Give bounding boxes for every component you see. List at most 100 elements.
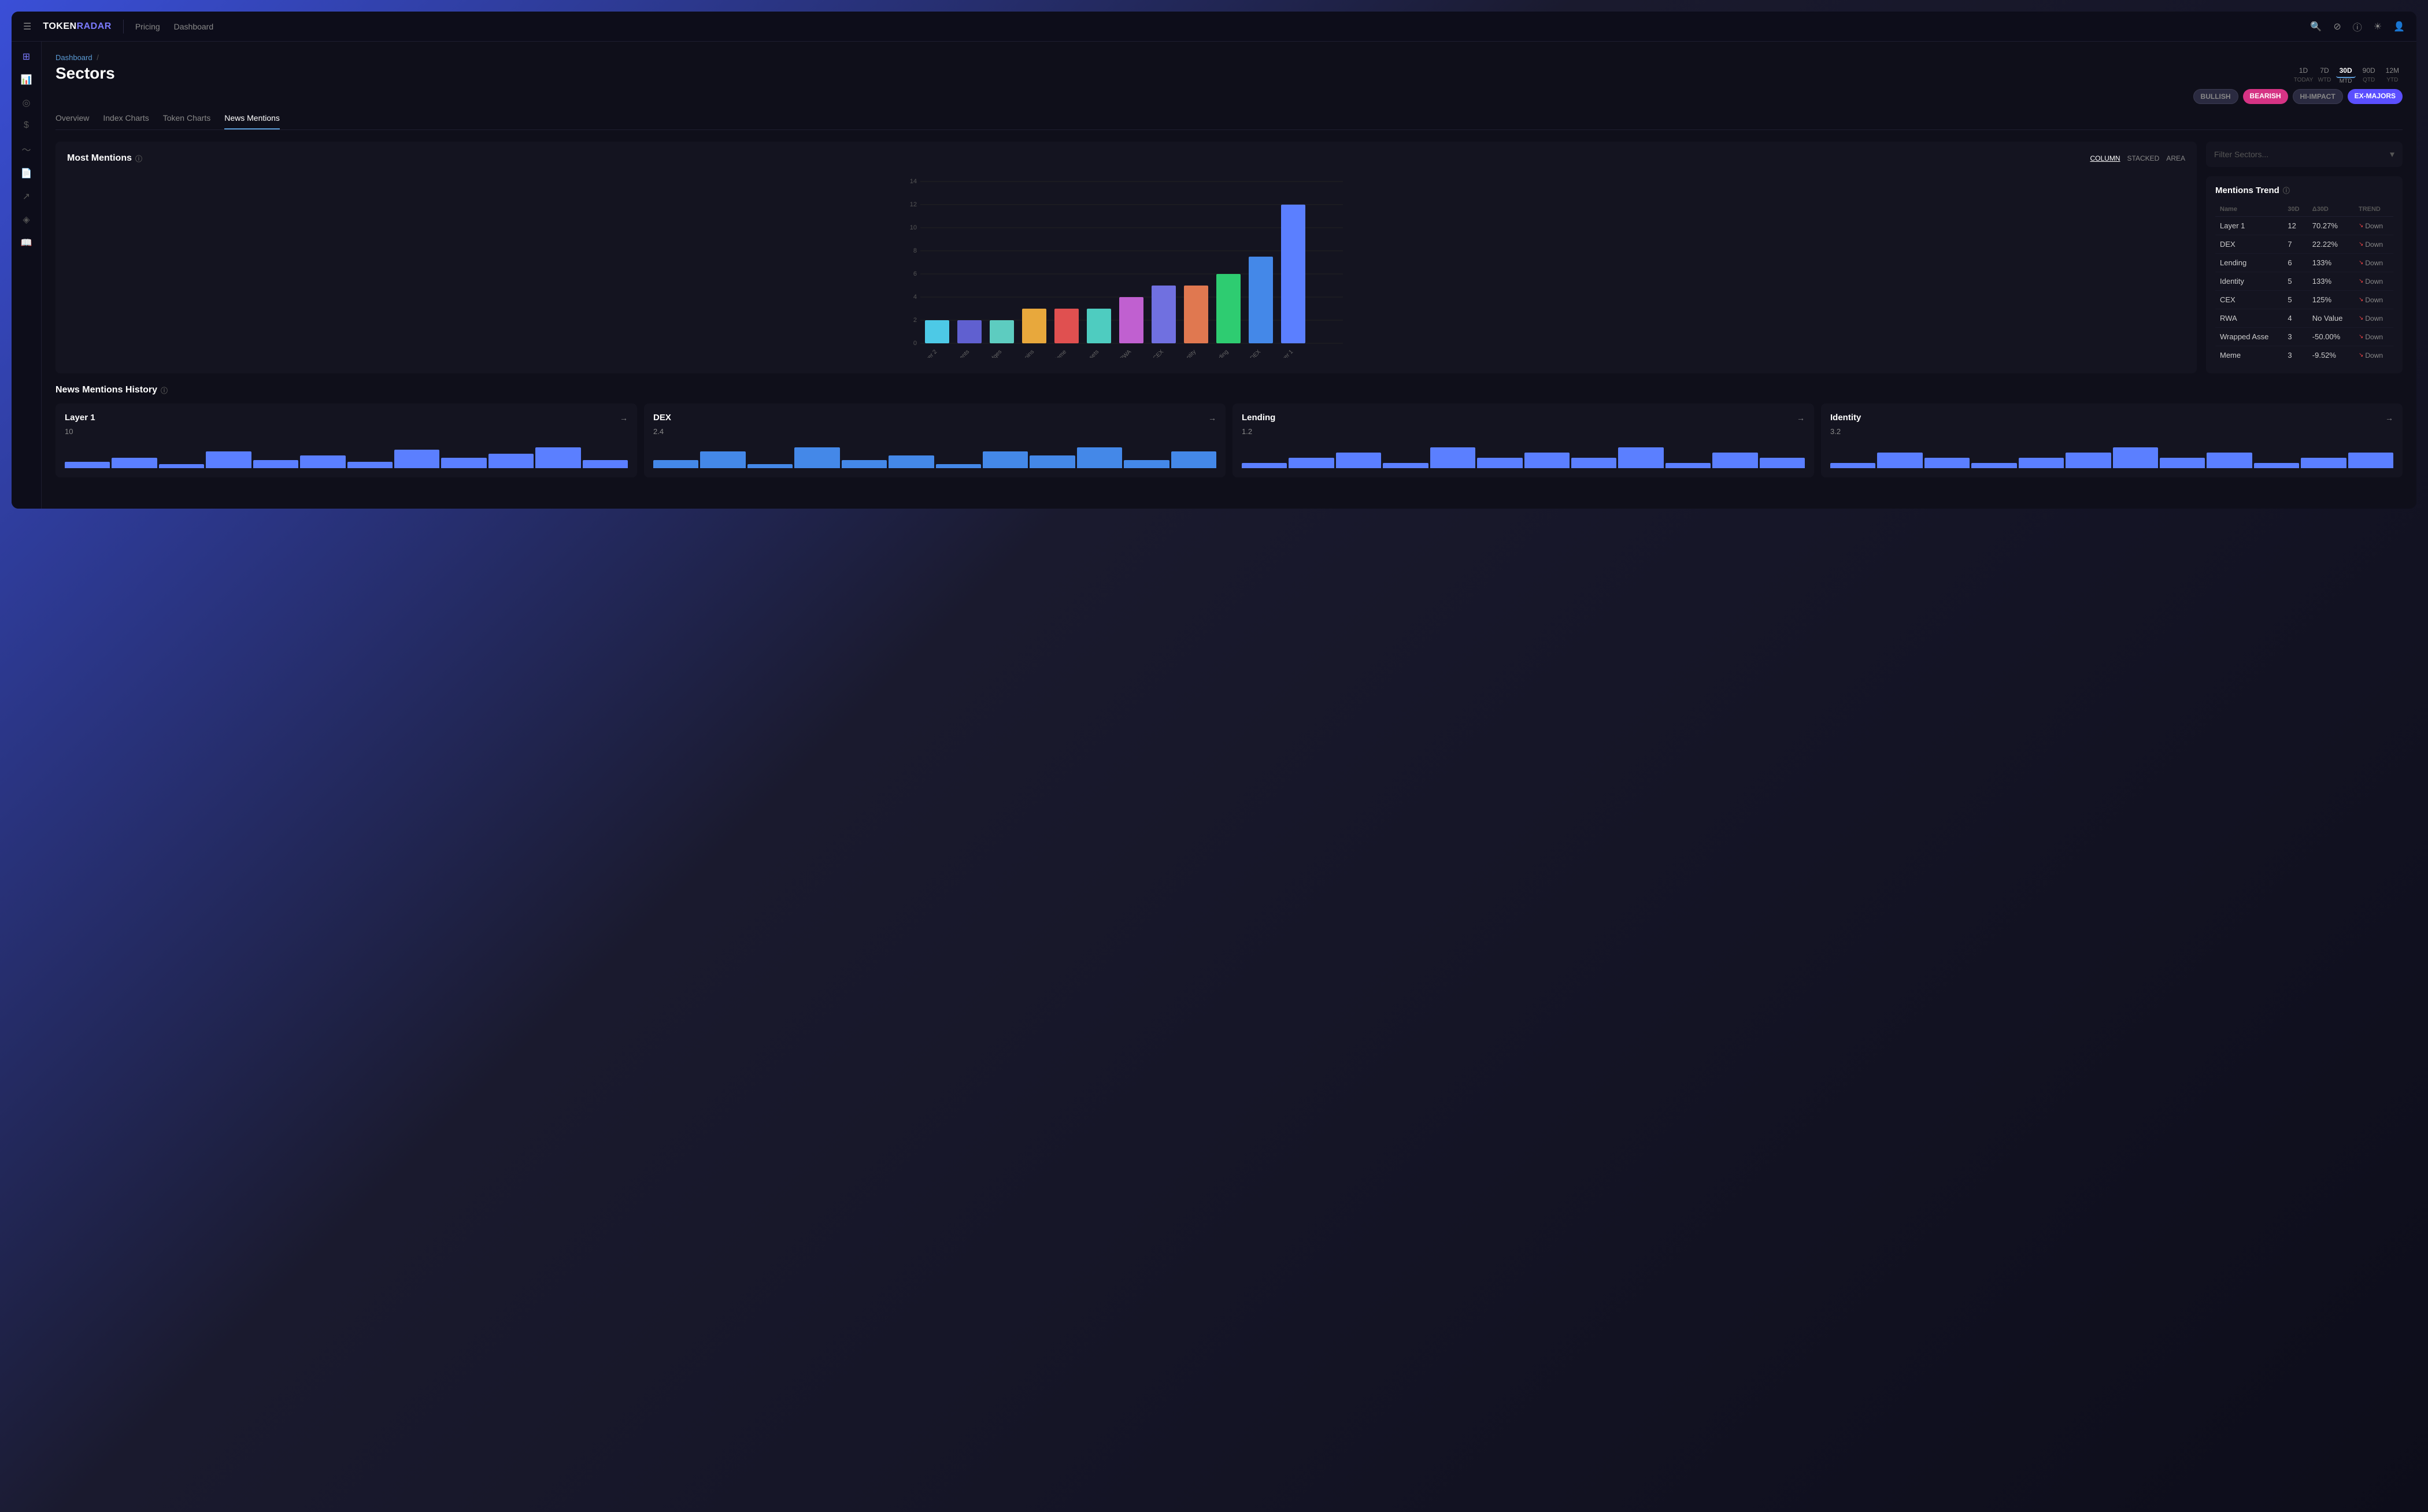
logo-radar: RADAR [77, 21, 112, 31]
trend-cell-name: Meme [2215, 346, 2283, 365]
time-filters: 1D TODAY 7D WTD 30D MTD 90D [2193, 64, 2403, 104]
tag-bearish[interactable]: BEARISH [2243, 89, 2288, 104]
history-bar [1242, 463, 1287, 468]
main-content: Dashboard / Sectors 1D TODAY 7D WTD [42, 42, 2416, 509]
tab-index-charts[interactable]: Index Charts [103, 113, 149, 129]
trend-cell-name: RWA [2215, 309, 2283, 328]
svg-text:CEX: CEX [1152, 349, 1165, 358]
trend-cell-30d: 6 [2283, 254, 2307, 272]
time-btn-90d[interactable]: 90D [2359, 64, 2379, 77]
user-icon[interactable]: 👤 [2393, 21, 2405, 32]
history-bar [842, 460, 887, 468]
history-cards: Layer 1 → 10 DEX → 2.4 Lending → 1.2 [55, 403, 2403, 477]
trend-table: Name 30D Δ30D TREND Layer 1 12 70.27% ↘ [2215, 202, 2393, 364]
history-bar [747, 464, 793, 468]
history-card-value: 2.4 [653, 427, 1216, 436]
tag-hiimpact[interactable]: HI-IMPACT [2293, 89, 2343, 104]
history-card-arrow-icon[interactable]: → [2385, 413, 2393, 423]
trend-info-icon[interactable]: ⓘ [2283, 186, 2290, 195]
nav-pricing[interactable]: Pricing [135, 22, 160, 31]
history-bar [653, 460, 698, 468]
view-stacked[interactable]: STACKED [2127, 154, 2160, 162]
history-bar [159, 464, 204, 468]
sidebar-external-icon[interactable]: ↗ [23, 191, 30, 202]
history-bar [488, 454, 534, 468]
filter-arrow-icon[interactable]: ▾ [2390, 149, 2394, 160]
history-card-value: 1.2 [1242, 427, 1805, 436]
tab-news-mentions[interactable]: News Mentions [224, 113, 280, 129]
time-btn-30d[interactable]: 30D [2336, 64, 2356, 78]
charts-section: Most Mentions ⓘ COLUMN STACKED AREA [55, 142, 2403, 373]
svg-text:Bridges: Bridges [984, 349, 1003, 358]
bar-chart-card: Most Mentions ⓘ COLUMN STACKED AREA [55, 142, 2197, 373]
logo: TOKENRADAR [43, 21, 112, 32]
history-bar [2160, 458, 2205, 468]
trend-cell-delta: 133% [2308, 272, 2354, 291]
history-bar [1430, 447, 1475, 468]
hamburger-icon[interactable]: ☰ [23, 21, 31, 32]
sidebar-badge-icon[interactable]: ◈ [23, 214, 29, 225]
view-area[interactable]: AREA [2166, 154, 2185, 162]
history-bar [300, 455, 345, 468]
history-card-arrow-icon[interactable]: → [1208, 413, 1216, 423]
breadcrumb-parent[interactable]: Dashboard [55, 53, 92, 62]
history-bar [2348, 453, 2393, 468]
history-card-title: DEX [653, 413, 671, 423]
history-bar [1712, 453, 1757, 468]
theme-icon[interactable]: ☀ [2374, 21, 2382, 32]
chart-info-icon[interactable]: ⓘ [135, 154, 142, 164]
nav-dashboard[interactable]: Dashboard [174, 22, 214, 31]
sidebar-dollar-icon[interactable]: $ [24, 120, 29, 131]
sidebar-grid-icon[interactable]: ⊞ [23, 51, 30, 62]
trend-down-label: ↘ Down [2359, 240, 2389, 249]
history-bar [206, 451, 251, 468]
sidebar-file-icon[interactable]: 📄 [21, 168, 32, 179]
history-bar [535, 447, 580, 468]
trend-cell-30d: 3 [2283, 328, 2307, 346]
filter-placeholder: Filter Sectors... [2214, 150, 2268, 159]
view-column[interactable]: COLUMN [2090, 154, 2120, 162]
svg-text:Stablecoins: Stablecoins [1010, 349, 1035, 358]
svg-text:Layer 1: Layer 1 [1276, 349, 1295, 358]
svg-text:Layer 2: Layer 2 [920, 349, 939, 358]
trend-cell-trend: ↘ Down [2354, 346, 2393, 365]
tag-bullish[interactable]: BULLISH [2193, 89, 2238, 104]
time-btn-1d[interactable]: 1D [2296, 64, 2311, 77]
history-card-arrow-icon[interactable]: → [1797, 413, 1805, 423]
trend-cell-30d: 3 [2283, 346, 2307, 365]
sidebar-chart-icon[interactable]: 📊 [21, 74, 32, 86]
filter-card: Filter Sectors... ▾ [2206, 142, 2403, 167]
history-info-icon[interactable]: ⓘ [161, 386, 168, 395]
history-card-arrow-icon[interactable]: → [620, 413, 628, 423]
sidebar-book-icon[interactable]: 📖 [21, 237, 32, 249]
history-card-header: DEX → [653, 413, 1216, 423]
history-bar [1030, 455, 1075, 468]
trend-card: Mentions Trend ⓘ Name 30D Δ30D TREND [2206, 176, 2403, 373]
trend-cell-name: Layer 1 [2215, 217, 2283, 235]
trend-cell-name: Lending [2215, 254, 2283, 272]
trend-down-arrow-icon: ↘ [2359, 352, 2363, 358]
sidebar-target-icon[interactable]: ◎ [23, 97, 31, 109]
chart-title-text: Most Mentions [67, 153, 132, 164]
history-sparkline [1242, 445, 1805, 468]
trend-cell-delta: 133% [2308, 254, 2354, 272]
info-icon[interactable]: ⓘ [2353, 20, 2362, 34]
tab-token-charts[interactable]: Token Charts [163, 113, 210, 129]
history-card: Identity → 3.2 [1821, 403, 2403, 477]
sidebar-activity-icon[interactable]: 〜 [21, 142, 31, 156]
col-delta: Δ30D [2308, 202, 2354, 217]
main-layout: ⊞ 📊 ◎ $ 〜 📄 ↗ ◈ 📖 Dashboard / Sectors [12, 42, 2416, 509]
tag-exmajors[interactable]: EX-MAJORS [2348, 89, 2403, 104]
svg-text:4: 4 [913, 294, 917, 301]
nav-divider [123, 20, 124, 34]
time-btn-7d[interactable]: 7D [2316, 64, 2332, 77]
history-section: News Mentions History ⓘ Layer 1 → 10 DEX… [55, 385, 2403, 477]
tab-overview[interactable]: Overview [55, 113, 89, 129]
col-name: Name [2215, 202, 2283, 217]
history-title: News Mentions History ⓘ [55, 385, 2403, 395]
search-icon[interactable]: 🔍 [2310, 21, 2322, 32]
trend-table-row: Layer 1 12 70.27% ↘ Down [2215, 217, 2393, 235]
filter-icon[interactable]: ⊘ [2333, 21, 2341, 32]
time-btn-12m[interactable]: 12M [2382, 64, 2403, 77]
history-sparkline [1830, 445, 2393, 468]
